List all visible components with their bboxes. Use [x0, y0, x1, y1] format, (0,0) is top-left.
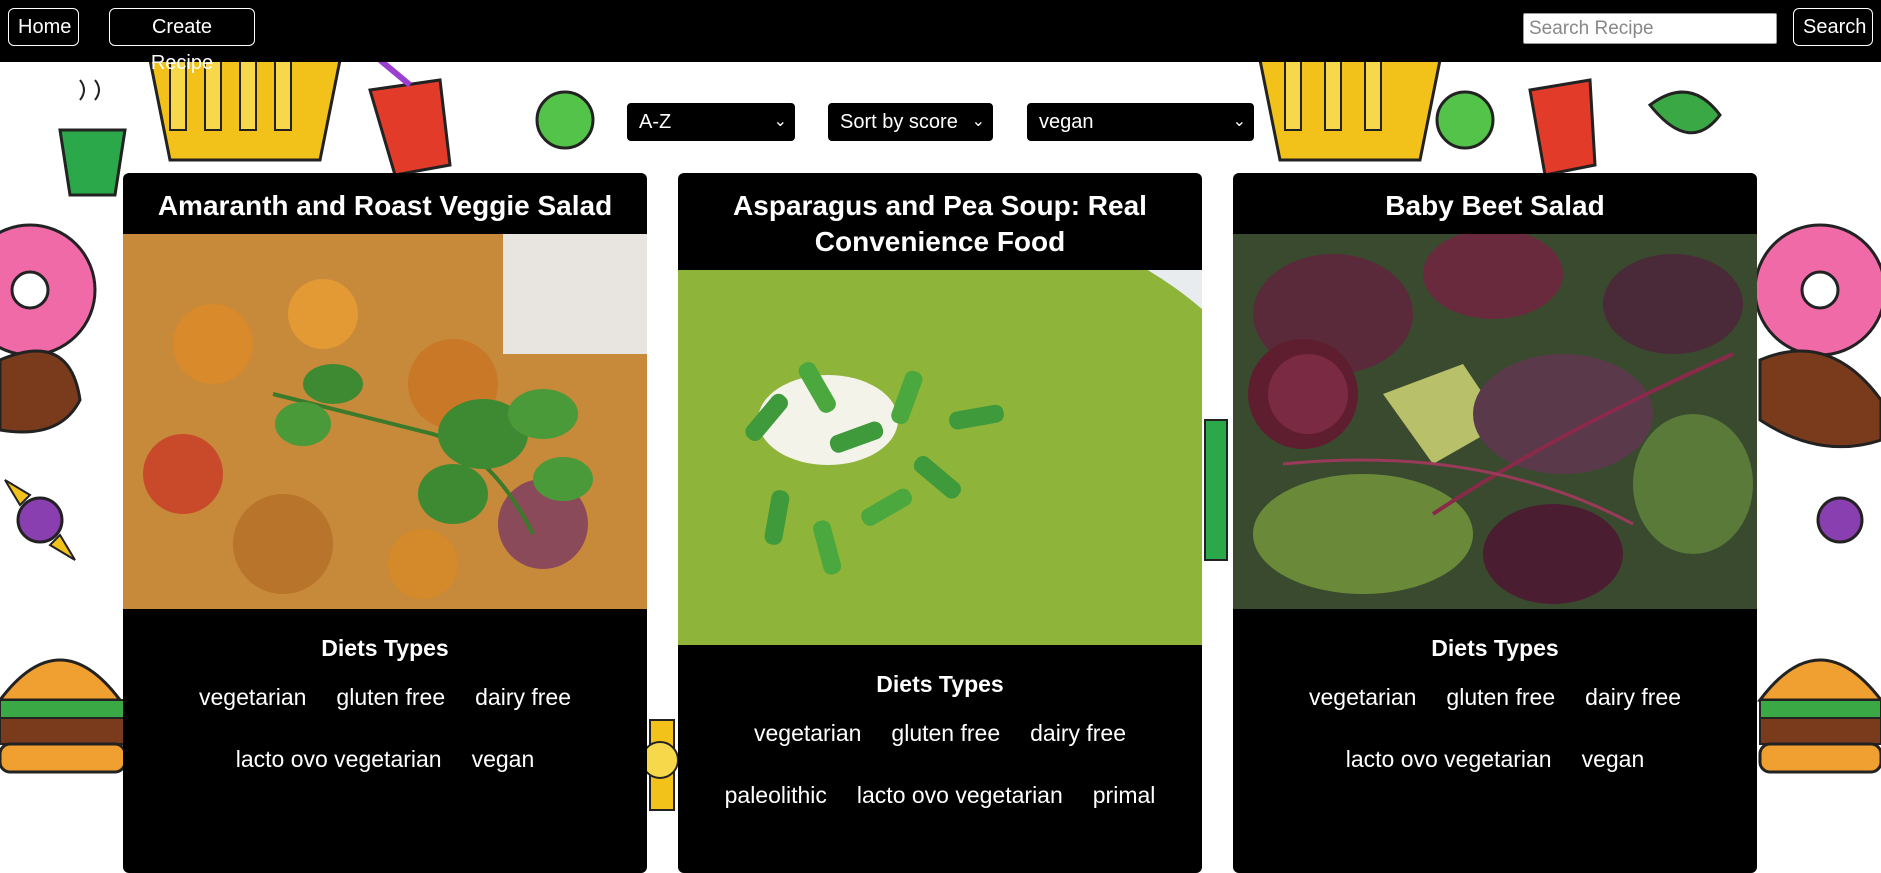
recipe-title[interactable]: Amaranth and Roast Veggie Salad — [147, 188, 623, 224]
diet-tag: dairy free — [1030, 720, 1126, 746]
diets-types-heading: Diets Types — [876, 671, 1004, 697]
diet-tag: primal — [1092, 782, 1156, 808]
diet-tag: gluten free — [1446, 684, 1556, 710]
chevron-down-icon: ⌄ — [1232, 113, 1246, 130]
chevron-down-icon: ⌄ — [971, 113, 985, 130]
diet-tag: vegan — [471, 746, 535, 772]
diet-tag: vegetarian — [754, 720, 862, 746]
top-navbar: Home Create Recipe Search — [0, 0, 1881, 74]
diet-tag: gluten free — [336, 684, 446, 710]
donut-doodle-right — [1753, 223, 1881, 357]
search-button[interactable]: Search — [1793, 8, 1873, 46]
diet-tag: lacto ovo vegetarian — [235, 746, 442, 772]
diet-tag: gluten free — [891, 720, 1001, 746]
diet-select[interactable]: vegan ⌄ — [1026, 102, 1255, 142]
sort-select-value: Sort by score — [840, 111, 958, 133]
home-button[interactable]: Home — [8, 8, 79, 46]
diet-tag: dairy free — [475, 684, 571, 710]
recipe-card[interactable]: Baby Beet Salad Diets Types vegetarian g… — [1233, 173, 1757, 873]
recipe-card[interactable]: Asparagus and Pea Soup: Real Convenience… — [678, 173, 1202, 873]
recipe-image[interactable] — [123, 234, 647, 609]
search-recipe-input[interactable] — [1523, 13, 1777, 44]
sort-select[interactable]: Sort by score ⌄ — [827, 102, 994, 142]
order-select[interactable]: A-Z ⌄ — [626, 102, 796, 142]
diet-tags: vegetarian gluten free dairy free lacto … — [153, 676, 617, 780]
diet-tag: lacto ovo vegetarian — [1345, 746, 1552, 772]
recipe-image[interactable] — [678, 270, 1202, 645]
create-recipe-button[interactable]: Create Recipe — [109, 8, 255, 74]
recipe-card[interactable]: Amaranth and Roast Veggie Salad Diets Ty… — [123, 173, 647, 873]
diet-select-value: vegan — [1039, 111, 1094, 133]
diet-tag: paleolithic — [724, 782, 827, 808]
diet-tags: vegetarian gluten free dairy free paleol… — [708, 712, 1172, 816]
diets-types-heading: Diets Types — [321, 635, 449, 661]
diet-tag: lacto ovo vegetarian — [856, 782, 1063, 808]
recipe-title[interactable]: Baby Beet Salad — [1257, 188, 1733, 224]
diet-tags: vegetarian gluten free dairy free lacto … — [1263, 676, 1727, 780]
recipe-title[interactable]: Asparagus and Pea Soup: Real Convenience… — [702, 188, 1178, 260]
diet-tag: vegan — [1581, 746, 1645, 772]
order-select-value: A-Z — [639, 111, 672, 133]
diet-tag: vegetarian — [1309, 684, 1417, 710]
recipe-image[interactable] — [1233, 234, 1757, 609]
chevron-down-icon: ⌄ — [773, 113, 787, 130]
diets-types-heading: Diets Types — [1431, 635, 1559, 661]
diet-tag: vegetarian — [199, 684, 307, 710]
diet-tag: dairy free — [1585, 684, 1681, 710]
